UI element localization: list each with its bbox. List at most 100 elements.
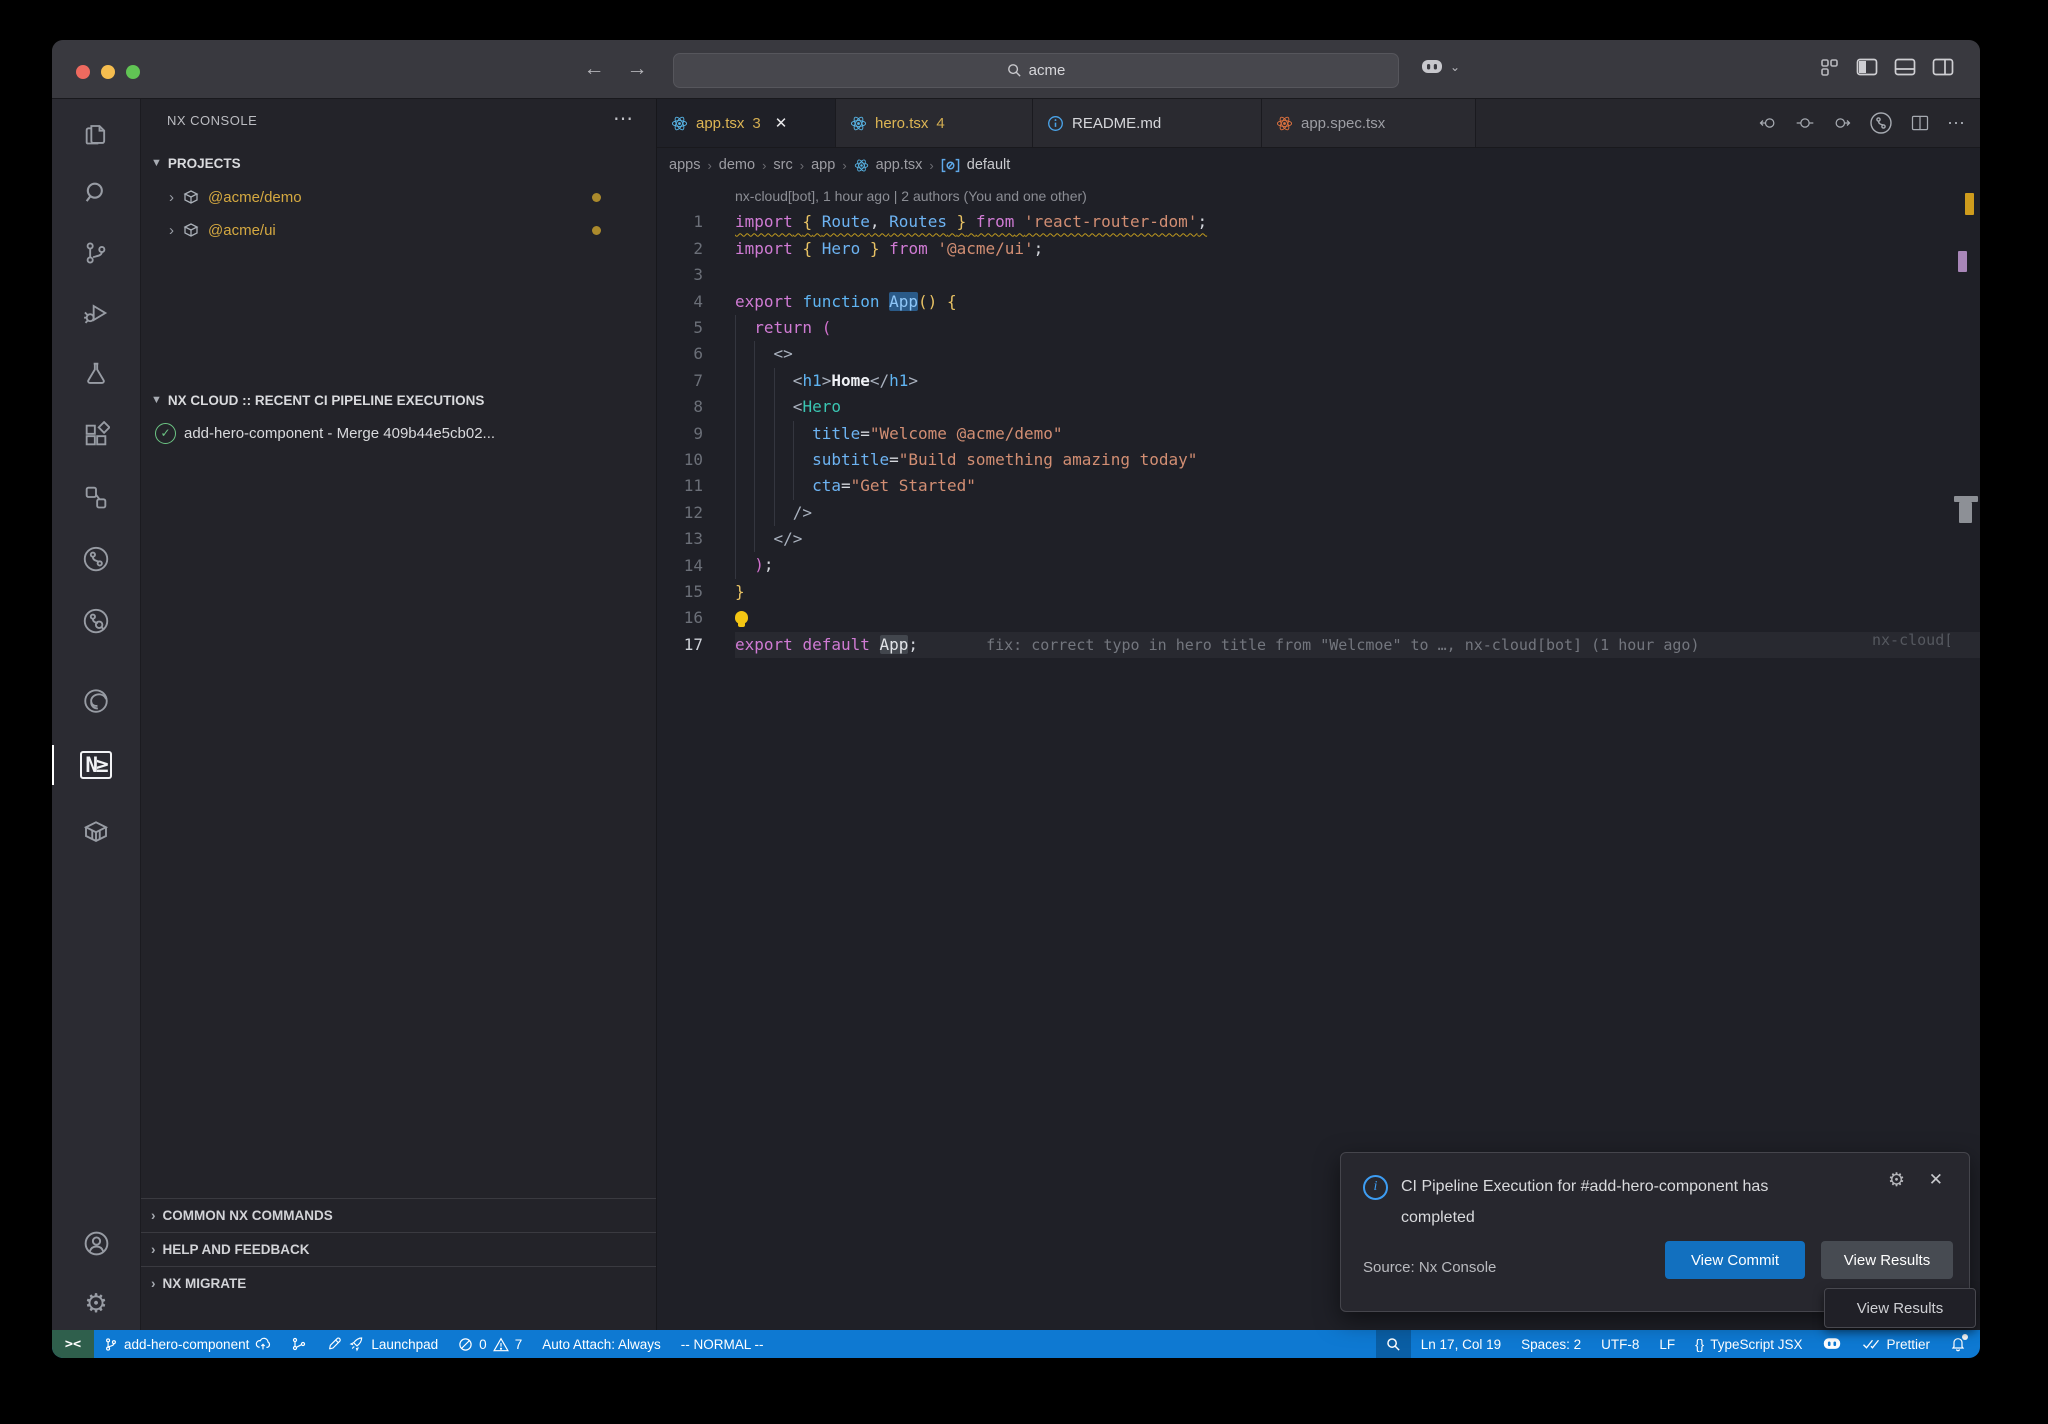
code-line-6[interactable]: <> bbox=[735, 341, 1980, 367]
tab-readme-md[interactable]: README.md bbox=[1033, 99, 1262, 147]
breadcrumb-item[interactable]: src bbox=[773, 157, 792, 173]
lightbulb-icon[interactable] bbox=[735, 611, 748, 624]
line-number: 11 bbox=[657, 473, 703, 499]
gitlens-current-icon[interactable] bbox=[1795, 113, 1815, 133]
code-line-1[interactable]: import { Route, Routes } from 'react-rou… bbox=[735, 209, 1980, 235]
source-control-icon[interactable] bbox=[52, 227, 140, 279]
customize-layout-icon[interactable] bbox=[1820, 57, 1840, 77]
common-nx-commands-section[interactable]: › COMMON NX COMMANDS bbox=[141, 1198, 656, 1232]
run-debug-icon[interactable] bbox=[52, 287, 140, 339]
tab-app-tsx[interactable]: app.tsx 3 ✕ bbox=[657, 99, 836, 147]
edge-browser-icon[interactable] bbox=[52, 675, 140, 727]
close-tab-icon[interactable]: ✕ bbox=[775, 114, 788, 132]
breadcrumb-item[interactable]: app.tsx bbox=[876, 157, 923, 173]
gitlens-back-icon[interactable] bbox=[1758, 113, 1778, 133]
nx-console-icon[interactable]: N≥ bbox=[52, 739, 140, 791]
scrollbar-thumb[interactable] bbox=[1959, 502, 1972, 523]
window-controls bbox=[76, 65, 140, 79]
more-actions-icon[interactable]: ⋯ bbox=[1947, 113, 1966, 134]
git-branch-status[interactable]: add-hero-component bbox=[94, 1330, 281, 1358]
history-forward-icon[interactable]: → bbox=[624, 56, 650, 82]
command-center-search[interactable]: acme bbox=[673, 53, 1399, 88]
code-line-15[interactable]: } bbox=[735, 579, 1980, 605]
close-window-button[interactable] bbox=[76, 65, 90, 79]
commit-graph-status[interactable] bbox=[281, 1330, 317, 1358]
status-bar: >< add-hero-component Launchpad 0 7 Auto… bbox=[52, 1330, 1980, 1358]
code-line-8[interactable]: <Hero bbox=[735, 394, 1980, 420]
gitlens-icon[interactable] bbox=[52, 533, 140, 585]
toggle-secondary-sidebar-icon[interactable] bbox=[1932, 57, 1954, 77]
breadcrumb-item[interactable]: apps bbox=[669, 157, 700, 173]
toggle-panel-icon[interactable] bbox=[1894, 57, 1916, 77]
error-count: 0 bbox=[479, 1337, 487, 1352]
breadcrumb-item[interactable]: default bbox=[967, 157, 1011, 173]
code-line-7[interactable]: <h1>Home</h1> bbox=[735, 368, 1980, 394]
language-mode-status[interactable]: {} TypeScript JSX bbox=[1685, 1330, 1812, 1358]
tab-app-spec-tsx[interactable]: app.spec.tsx bbox=[1262, 99, 1476, 147]
project-item-acme-demo[interactable]: › @acme/demo bbox=[141, 181, 656, 213]
search-view-icon[interactable] bbox=[52, 167, 140, 219]
history-back-icon[interactable]: ← bbox=[581, 56, 607, 82]
help-and-feedback-section[interactable]: › HELP AND FEEDBACK bbox=[141, 1232, 656, 1266]
notification-settings-icon[interactable]: ⚙ bbox=[1888, 1169, 1905, 1192]
code-line-4[interactable]: export function App() { bbox=[735, 289, 1980, 315]
split-editor-icon[interactable] bbox=[1910, 113, 1930, 133]
breadcrumb-item[interactable]: demo bbox=[719, 157, 755, 173]
code-line-3[interactable] bbox=[735, 262, 1980, 288]
code-line-10[interactable]: subtitle="Build something amazing today" bbox=[735, 447, 1980, 473]
copilot-status[interactable] bbox=[1812, 1330, 1852, 1358]
view-results-tooltip: View Results bbox=[1824, 1288, 1976, 1328]
pipeline-execution-item[interactable]: ✓ add-hero-component - Merge 409b44e5cb0… bbox=[141, 417, 656, 449]
notifications-bell[interactable] bbox=[1940, 1330, 1980, 1358]
problems-status[interactable]: 0 7 bbox=[448, 1330, 532, 1358]
sidebar-more-actions-icon[interactable]: ⋯ bbox=[613, 99, 634, 143]
code-line-5[interactable]: return ( bbox=[735, 315, 1980, 341]
nx-project-graph-icon[interactable] bbox=[52, 471, 140, 523]
code-line-11[interactable]: cta="Get Started" bbox=[735, 473, 1980, 499]
remote-indicator[interactable]: >< bbox=[52, 1330, 94, 1358]
indentation-status[interactable]: Spaces: 2 bbox=[1511, 1330, 1591, 1358]
minimize-window-button[interactable] bbox=[101, 65, 115, 79]
toggle-sidebar-icon[interactable] bbox=[1856, 57, 1878, 77]
cursor-position-status[interactable]: Ln 17, Col 19 bbox=[1411, 1330, 1511, 1358]
gitlens-forward-icon[interactable] bbox=[1832, 113, 1852, 133]
view-results-button[interactable]: View Results bbox=[1821, 1241, 1953, 1279]
project-item-acme-ui[interactable]: › @acme/ui bbox=[141, 214, 656, 246]
breadcrumb-item[interactable]: app bbox=[811, 157, 835, 173]
code-line-9[interactable]: title="Welcome @acme/demo" bbox=[735, 421, 1980, 447]
code-line-16[interactable] bbox=[735, 605, 1980, 631]
symbol-icon bbox=[941, 158, 960, 173]
view-commit-button[interactable]: View Commit bbox=[1665, 1241, 1805, 1279]
auto-attach-status[interactable]: Auto Attach: Always bbox=[532, 1330, 671, 1358]
code-line-12[interactable]: /> bbox=[735, 500, 1980, 526]
projects-section-header[interactable]: ▼ PROJECTS bbox=[141, 147, 656, 179]
code-line-2[interactable]: import { Hero } from '@acme/ui'; bbox=[735, 236, 1980, 262]
screencast-search-icon[interactable] bbox=[1376, 1330, 1411, 1358]
container-tools-icon[interactable] bbox=[52, 805, 140, 857]
extensions-icon[interactable] bbox=[52, 409, 140, 461]
launchpad-status[interactable]: Launchpad bbox=[317, 1330, 448, 1358]
react-test-icon bbox=[1276, 115, 1293, 132]
overview-modified-mark bbox=[1958, 251, 1967, 272]
nx-migrate-section[interactable]: › NX MIGRATE bbox=[141, 1266, 656, 1300]
eol-status[interactable]: LF bbox=[1649, 1330, 1685, 1358]
code-line-14[interactable]: ); bbox=[735, 552, 1980, 578]
accounts-icon[interactable] bbox=[52, 1217, 140, 1269]
code-line-13[interactable]: </> bbox=[735, 526, 1980, 552]
formatter-status[interactable]: Prettier bbox=[1852, 1330, 1940, 1358]
vim-mode-status[interactable]: -- NORMAL -- bbox=[671, 1330, 774, 1358]
settings-gear-icon[interactable]: ⚙ bbox=[52, 1277, 140, 1329]
explorer-icon[interactable] bbox=[52, 107, 140, 159]
gitlens-inspect-icon[interactable] bbox=[52, 595, 140, 647]
chevron-right-icon: › bbox=[151, 1242, 156, 1257]
commit-graph-icon[interactable] bbox=[1869, 111, 1893, 135]
maximize-window-button[interactable] bbox=[126, 65, 140, 79]
testing-icon[interactable] bbox=[52, 347, 140, 399]
code-line-17[interactable]: export default App;fix: correct typo in … bbox=[735, 632, 1980, 658]
copilot-menu[interactable]: ⌄ bbox=[1420, 56, 1460, 78]
tab-hero-tsx[interactable]: hero.tsx 4 bbox=[836, 99, 1033, 147]
line-number: 4 bbox=[657, 289, 703, 315]
encoding-status[interactable]: UTF-8 bbox=[1591, 1330, 1649, 1358]
nx-cloud-section-header[interactable]: ▼ NX CLOUD :: RECENT CI PIPELINE EXECUTI… bbox=[141, 384, 656, 416]
notification-close-icon[interactable]: ✕ bbox=[1929, 1170, 1943, 1190]
